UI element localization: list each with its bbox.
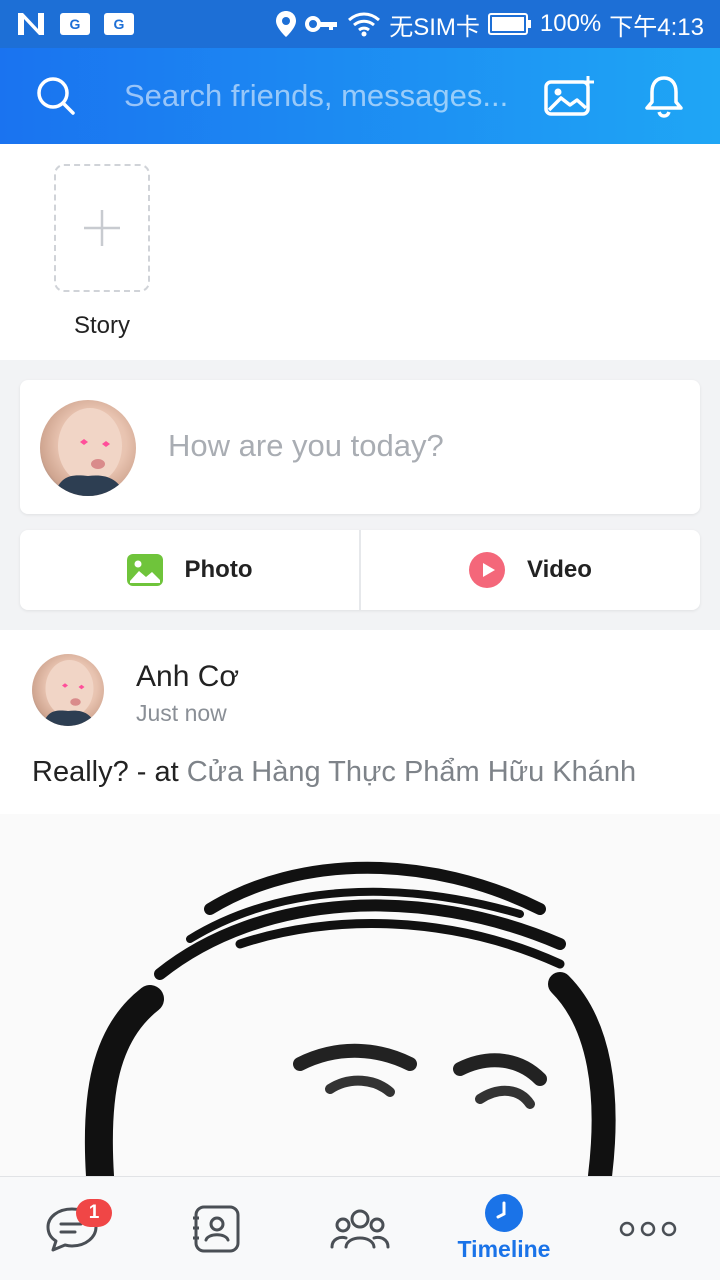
search-input[interactable]: Search friends, messages... <box>124 78 519 114</box>
post-timestamp: Just now <box>136 700 227 726</box>
add-photo-icon[interactable] <box>544 74 596 118</box>
header-actions <box>544 74 684 118</box>
contacts-icon <box>193 1205 240 1252</box>
messages-badge: 1 <box>76 1199 112 1227</box>
post-author-avatar[interactable] <box>32 654 104 726</box>
search-icon[interactable] <box>36 76 76 116</box>
nav-contacts[interactable] <box>144 1177 288 1280</box>
meme-face-image <box>84 861 616 1176</box>
post-image[interactable] <box>0 814 720 1176</box>
battery-percent: 100% <box>539 10 602 37</box>
timeline-label: Timeline <box>457 1236 551 1262</box>
video-icon <box>469 552 506 588</box>
nav-messages[interactable]: 1 <box>0 1177 144 1280</box>
post-body: Really? - at <box>32 756 187 788</box>
wifi-icon <box>348 12 381 37</box>
user-avatar <box>40 400 136 496</box>
plus-icon <box>84 210 120 246</box>
status-left: G G <box>16 11 134 37</box>
nav-timeline[interactable]: Timeline <box>432 1177 576 1280</box>
status-time: 下午4:13 <box>609 13 704 41</box>
battery-icon <box>487 13 531 35</box>
status-right: 无SIM卡 100% 下午4:13 <box>275 7 704 42</box>
media-actions: Photo Video <box>20 530 700 610</box>
nav-more[interactable] <box>576 1177 720 1280</box>
post-location-link[interactable]: Cửa Hàng Thực Phẩm Hữu Khánh <box>187 756 636 788</box>
photo-button[interactable]: Photo <box>20 530 359 610</box>
carrier-text: 无SIM卡 <box>389 13 480 41</box>
photo-icon <box>126 554 163 586</box>
notification-bell-icon[interactable] <box>644 74 684 118</box>
avatar-face-icon <box>54 408 126 496</box>
notification-n-icon <box>18 13 44 35</box>
top-header: Search friends, messages... <box>0 48 720 144</box>
groups-icon <box>330 1209 390 1248</box>
location-icon <box>276 11 297 37</box>
timeline-clock-icon <box>485 1194 523 1232</box>
nav-groups[interactable] <box>288 1177 432 1280</box>
vpn-key-icon <box>305 16 338 32</box>
feed-post: Anh Cơ Just now Really? - at Cửa Hàng Th… <box>0 630 720 1176</box>
bottom-nav: 1 Timeline <box>0 1176 720 1280</box>
add-story-button[interactable] <box>54 164 150 292</box>
notification-app-icon: G <box>60 13 90 35</box>
video-label: Video <box>527 556 592 583</box>
post-author-name[interactable]: Anh Cơ <box>136 660 239 694</box>
photo-label: Photo <box>184 556 253 583</box>
compose-box[interactable]: How are you today? <box>20 380 700 514</box>
video-button[interactable]: Video <box>361 530 700 610</box>
story-label: Story <box>73 312 130 339</box>
avatar-face-icon <box>42 660 97 726</box>
status-bar: G G 无SIM卡 100% 下午4:13 <box>0 0 720 48</box>
compose-input[interactable]: How are you today? <box>168 428 444 464</box>
story-section: Story <box>0 144 720 360</box>
more-icon <box>619 1221 677 1236</box>
post-text: Really? - at Cửa Hàng Thực Phẩm Hữu Khán… <box>32 756 636 789</box>
notification-app-icon-2: G <box>104 13 134 35</box>
